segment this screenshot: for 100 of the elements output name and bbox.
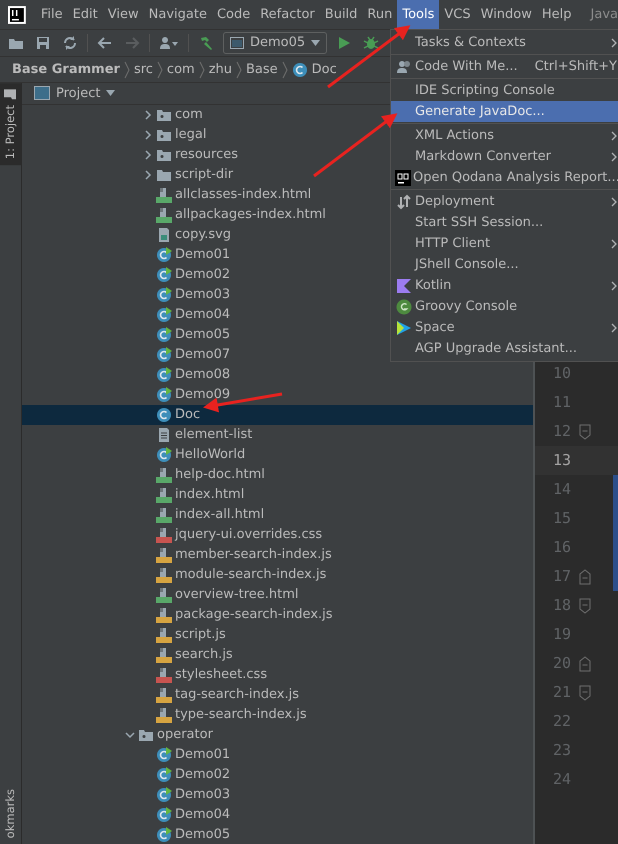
menu-item[interactable]: Markdown Converter: [391, 146, 618, 167]
menu-bar-item[interactable]: Build: [320, 0, 362, 29]
js-file-icon: [156, 626, 172, 643]
html-file-icon: [156, 466, 172, 483]
tree-item[interactable]: script.js: [22, 624, 533, 645]
side-tab[interactable]: 1: Project: [0, 83, 21, 166]
class-icon: [156, 826, 172, 843]
fold-marker-icon[interactable]: [579, 568, 591, 584]
run-icon[interactable]: [336, 35, 352, 51]
tree-item[interactable]: search.js: [22, 644, 533, 665]
fold-marker-icon[interactable]: [579, 424, 591, 440]
tree-item[interactable]: Demo01: [22, 744, 533, 765]
tree-item[interactable]: Demo05: [22, 824, 533, 844]
tree-item[interactable]: Demo03: [22, 784, 533, 805]
chevron-right-icon: [143, 130, 153, 140]
tree-item[interactable]: HelloWorld: [22, 444, 533, 465]
tree-item[interactable]: stylesheet.css: [22, 664, 533, 685]
tree-item[interactable]: operator: [22, 724, 533, 745]
menu-item[interactable]: XML Actions: [391, 125, 618, 146]
chevron-icon: [156, 60, 163, 78]
js-file-icon: [156, 646, 172, 663]
breadcrumb-item[interactable]: Base Grammer: [12, 60, 120, 80]
tree-item[interactable]: member-search-index.js: [22, 544, 533, 565]
breadcrumb-item[interactable]: Base: [246, 60, 278, 80]
line-number: 12: [552, 421, 572, 442]
class-icon: [156, 746, 172, 763]
tree-item[interactable]: overview-tree.html: [22, 584, 533, 605]
fold-marker-icon[interactable]: [579, 598, 591, 614]
menu-item[interactable]: Tasks & Contexts: [391, 32, 618, 53]
tree-item[interactable]: Demo08: [22, 364, 533, 385]
forward-arrow-icon[interactable]: [124, 35, 140, 51]
menu-item[interactable]: AGP Upgrade Assistant...: [391, 338, 618, 359]
tree-item[interactable]: Demo09: [22, 384, 533, 405]
menu-item[interactable]: HTTP Client: [391, 233, 618, 254]
menu-item[interactable]: Generate JavaDoc...: [391, 101, 618, 122]
bug-icon[interactable]: [363, 35, 380, 51]
chevron-icon: [282, 60, 288, 78]
breadcrumb-item[interactable]: src: [134, 60, 153, 80]
kotlin-logo-icon: [396, 278, 412, 294]
save-icon[interactable]: [35, 35, 51, 51]
class-icon: [156, 766, 172, 783]
breadcrumb-item[interactable]: com: [166, 60, 195, 80]
menu-item[interactable]: Start SSH Session...: [391, 212, 618, 233]
menu-bar-item[interactable]: Refactor: [255, 0, 320, 29]
menu-bar-item[interactable]: Window: [476, 0, 537, 29]
html-file-icon: [156, 186, 172, 203]
menu-item[interactable]: Groovy Console: [391, 296, 618, 317]
menu-item[interactable]: Space: [391, 317, 618, 338]
tree-item[interactable]: Doc: [22, 404, 533, 425]
menu-bar-item[interactable]: File: [36, 0, 68, 29]
menu-bar-item[interactable]: View: [102, 0, 144, 29]
line-number: 23: [552, 740, 572, 762]
line-number: 18: [552, 595, 572, 616]
menu-item[interactable]: Deployment: [391, 191, 618, 212]
line-number: 14: [552, 479, 572, 500]
class-icon: [156, 326, 172, 343]
breadcrumb-item[interactable]: zhu: [208, 60, 232, 80]
menu-item[interactable]: Code With Me... Ctrl+Shift+Y: [391, 56, 618, 77]
css-file-icon: [156, 526, 172, 543]
menu-item[interactable]: Kotlin: [391, 275, 618, 296]
line-number: 15: [552, 508, 572, 530]
tree-item[interactable]: package-search-index.js: [22, 604, 533, 625]
menu-bar-item[interactable]: Code: [212, 0, 256, 29]
js-file-icon: [156, 566, 172, 583]
menu-bar-item[interactable]: Navigate: [144, 0, 212, 29]
html-file-icon: [156, 586, 172, 603]
back-arrow-icon[interactable]: [97, 35, 113, 51]
menu-bar-item[interactable]: Edit: [68, 0, 103, 29]
tree-item[interactable]: help-doc.html: [22, 464, 533, 485]
hammer-icon[interactable]: [198, 35, 214, 51]
chevron-icon: [124, 60, 130, 78]
tree-item[interactable]: type-search-index.js: [22, 704, 533, 725]
menu-bar-item[interactable]: Help: [536, 0, 577, 29]
run-configuration-dropdown[interactable]: Demo05: [223, 32, 328, 54]
side-tab[interactable]: okmarks: [0, 782, 21, 844]
breadcrumb-item[interactable]: Doc: [292, 60, 337, 80]
user-dropdown-icon[interactable]: [159, 35, 179, 51]
fold-marker-icon[interactable]: [579, 656, 591, 672]
line-number: 24: [552, 769, 572, 790]
css-file-icon: [156, 666, 172, 683]
menu-item[interactable]: Open Qodana Analysis Report...: [391, 167, 618, 188]
class-icon: [156, 446, 172, 463]
sync-icon[interactable]: [62, 35, 78, 51]
chevron-right-icon: [143, 110, 153, 120]
menu-bar-item[interactable]: VCS: [439, 0, 476, 29]
fold-marker-icon[interactable]: [579, 684, 591, 700]
chevron-icon: [236, 60, 242, 78]
tree-item[interactable]: tag-search-index.js: [22, 684, 533, 705]
menu-bar-item[interactable]: Tools: [397, 0, 440, 29]
line-number: 22: [552, 711, 572, 732]
tree-item[interactable]: index.html: [22, 484, 533, 505]
tree-item[interactable]: module-search-index.js: [22, 564, 533, 585]
tree-item[interactable]: jquery-ui.overrides.css: [22, 524, 533, 545]
tree-item[interactable]: Demo04: [22, 804, 533, 825]
tree-item[interactable]: Demo02: [22, 764, 533, 785]
menu-item[interactable]: JShell Console...: [391, 254, 618, 275]
class-icon: [156, 366, 172, 383]
tree-item[interactable]: index-all.html: [22, 504, 533, 525]
menu-bar-item[interactable]: Run: [362, 0, 398, 29]
tree-item[interactable]: element-list: [22, 424, 533, 445]
